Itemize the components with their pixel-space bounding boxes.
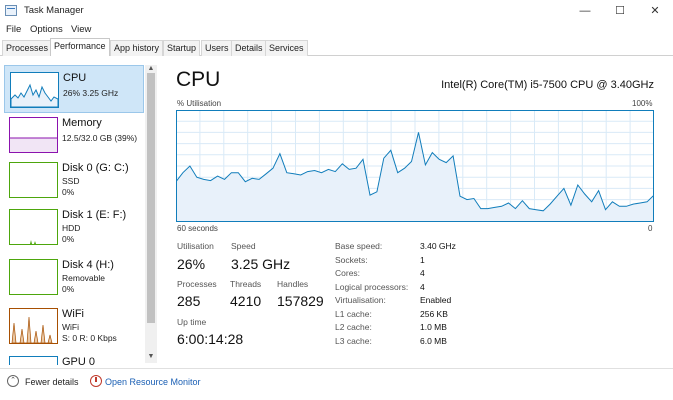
utilisation-value: 26%	[177, 256, 206, 272]
menu-options[interactable]: Options	[30, 24, 63, 35]
sidebar-item-usage: S: 0 R: 0 Kbps	[62, 333, 117, 343]
sidebar-item-detail: HDD	[62, 223, 81, 233]
graph-y-max: 100%	[632, 99, 653, 108]
gpu-mini-graph	[9, 356, 58, 365]
footer-bar: ⌃ Fewer details Open Resource Monitor	[0, 368, 673, 400]
sidebar-item-disk-4[interactable]: Disk 4 (H:) Removable 0%	[4, 253, 144, 301]
sidebar-item-title: CPU	[63, 72, 87, 84]
processes-label: Processes	[177, 279, 217, 289]
graph-x-left-label: 60 seconds	[177, 224, 218, 233]
sidebar-item-detail: WiFi	[62, 322, 79, 332]
l3-cache-label: L3 cache:	[335, 336, 372, 346]
l1-cache-label: L1 cache:	[335, 309, 372, 319]
logical-processors-value: 4	[420, 282, 425, 292]
sidebar-item-title: Memory	[62, 117, 102, 129]
cpu-utilisation-graph	[176, 110, 654, 222]
speed-value: 3.25 GHz	[231, 256, 291, 272]
disk0-mini-graph	[9, 162, 58, 198]
speed-label: Speed	[231, 241, 256, 251]
sidebar-item-usage: 0%	[62, 284, 75, 294]
handles-value: 157829	[277, 293, 324, 309]
tab-performance[interactable]: Performance	[50, 38, 110, 56]
base-speed-value: 3.40 GHz	[420, 241, 456, 251]
sidebar-item-title: Disk 4 (H:)	[62, 259, 114, 271]
base-speed-label: Base speed:	[335, 241, 383, 251]
scroll-down-arrow-icon[interactable]: ▼	[145, 353, 157, 361]
chevron-up-icon[interactable]: ⌃	[7, 375, 19, 387]
sidebar-item-title: Disk 1 (E: F:)	[62, 209, 127, 221]
scroll-thumb[interactable]	[147, 73, 155, 323]
handles-label: Handles	[277, 279, 309, 289]
sidebar-item-title: Disk 0 (G: C:)	[62, 162, 129, 174]
fewer-details-link[interactable]: Fewer details	[25, 377, 79, 387]
threads-label: Threads	[230, 279, 262, 289]
sockets-label: Sockets:	[335, 255, 368, 265]
wifi-mini-graph	[9, 308, 58, 344]
graph-x-right-label: 0	[648, 224, 653, 233]
sidebar-item-detail: 12.5/32.0 GB (39%)	[62, 133, 138, 143]
task-manager-icon	[5, 5, 17, 16]
sidebar-item-usage: 0%	[62, 234, 75, 244]
tab-startup[interactable]: Startup	[163, 40, 201, 56]
sidebar-item-usage: 0%	[62, 187, 75, 197]
sidebar-item-memory[interactable]: Memory 12.5/32.0 GB (39%)	[4, 111, 144, 159]
sidebar-item-disk-1[interactable]: Disk 1 (E: F:) HDD 0%	[4, 203, 144, 251]
menu-file[interactable]: File	[6, 24, 21, 35]
memory-mini-graph	[9, 117, 58, 153]
tab-processes[interactable]: Processes	[2, 40, 53, 56]
resource-sidebar: CPU 26% 3.25 GHz Memory 12.5/32.0 GB (39…	[0, 57, 158, 365]
sidebar-item-disk-0[interactable]: Disk 0 (G: C:) SSD 0%	[4, 156, 144, 204]
tab-app-history[interactable]: App history	[110, 40, 164, 56]
uptime-label: Up time	[177, 317, 207, 327]
cores-value: 4	[420, 268, 425, 278]
tab-details[interactable]: Details	[231, 40, 267, 56]
sidebar-item-detail: 26% 3.25 GHz	[63, 88, 119, 98]
l1-cache-value: 256 KB	[420, 309, 448, 319]
page-title: CPU	[176, 68, 221, 91]
processes-value: 285	[177, 293, 201, 309]
sidebar-item-cpu[interactable]: CPU 26% 3.25 GHz	[4, 65, 144, 113]
uptime-value: 6:00:14:28	[177, 331, 244, 347]
logical-processors-label: Logical processors:	[335, 282, 409, 292]
window-title: Task Manager	[24, 5, 84, 16]
sidebar-scrollbar[interactable]: ▲ ▼	[145, 65, 157, 363]
menu-bar: File Options View	[0, 22, 673, 38]
tab-strip: Processes Performance App history Startu…	[0, 38, 673, 56]
sidebar-item-gpu-0[interactable]: GPU 0	[4, 350, 144, 365]
tab-users[interactable]: Users	[201, 40, 233, 56]
menu-view[interactable]: View	[71, 24, 91, 35]
sockets-value: 1	[420, 255, 425, 265]
sidebar-item-title: WiFi	[62, 308, 84, 320]
sidebar-item-detail: Removable	[62, 273, 105, 283]
l2-cache-label: L2 cache:	[335, 322, 372, 332]
disk4-mini-graph	[9, 259, 58, 295]
virtualisation-label: Virtualisation:	[335, 295, 386, 305]
disk1-mini-graph	[9, 209, 58, 245]
maximize-button[interactable]: ☐	[608, 3, 632, 19]
resource-monitor-icon[interactable]	[90, 375, 102, 387]
sidebar-item-wifi[interactable]: WiFi WiFi S: 0 R: 0 Kbps	[4, 302, 144, 350]
minimize-button[interactable]: —	[573, 3, 597, 19]
utilisation-label: Utilisation	[177, 241, 214, 251]
open-resource-monitor-link[interactable]: Open Resource Monitor	[105, 377, 201, 387]
tab-services[interactable]: Services	[265, 40, 308, 56]
l3-cache-value: 6.0 MB	[420, 336, 447, 346]
cpu-model-name: Intel(R) Core(TM) i5-7500 CPU @ 3.40GHz	[441, 79, 654, 91]
scroll-up-arrow-icon[interactable]: ▲	[145, 65, 157, 73]
sidebar-item-title: GPU 0	[62, 356, 96, 365]
sidebar-item-detail: SSD	[62, 176, 80, 186]
cores-label: Cores:	[335, 268, 361, 278]
threads-value: 4210	[230, 293, 262, 309]
cpu-mini-graph	[10, 72, 59, 108]
close-button[interactable]: ✕	[643, 3, 667, 19]
graph-y-label: % Utilisation	[177, 99, 222, 108]
title-bar: Task Manager — ☐ ✕	[0, 0, 673, 22]
l2-cache-value: 1.0 MB	[420, 322, 447, 332]
virtualisation-value: Enabled	[420, 295, 452, 305]
